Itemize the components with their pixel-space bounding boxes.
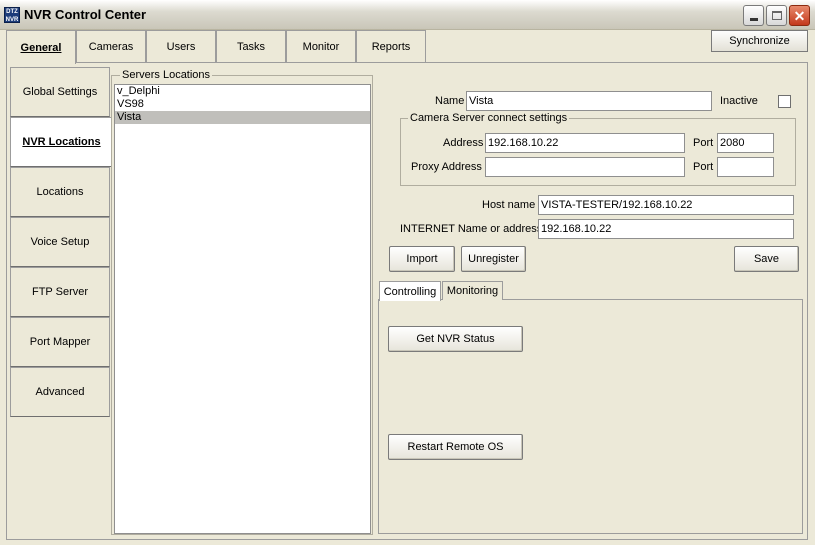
side-tab-ftp-server[interactable]: FTP Server (10, 267, 110, 317)
side-tab-label: Locations (36, 186, 84, 198)
app-logo-icon: DTZ NVR (4, 7, 20, 23)
host-name-label: Host name (482, 199, 536, 211)
close-button[interactable]: ✕ (789, 5, 810, 26)
tab-reports[interactable]: Reports (356, 30, 426, 62)
internet-name-field[interactable] (538, 219, 794, 239)
host-name-field[interactable] (538, 195, 794, 215)
tab-tasks-label: Tasks (236, 40, 266, 53)
proxy-address-label: Proxy Address (411, 161, 482, 173)
address-field[interactable] (485, 133, 685, 153)
window-title: NVR Control Center (24, 7, 147, 22)
camera-server-group-label: Camera Server connect settings (408, 112, 570, 124)
side-tab-global-settings[interactable]: Global Settings (10, 67, 110, 117)
port-field[interactable] (717, 133, 774, 153)
tab-cameras[interactable]: Cameras (76, 30, 146, 62)
tab-monitor-label: Monitor (302, 40, 340, 53)
minimize-button[interactable] (743, 5, 764, 26)
tab-reports-label: Reports (371, 40, 411, 53)
proxy-port-field[interactable] (717, 157, 774, 177)
tab-controlling[interactable]: Controlling (379, 281, 441, 301)
tab-general[interactable]: General (6, 30, 76, 64)
side-tab-label: Port Mapper (29, 336, 91, 348)
inactive-checkbox[interactable] (778, 95, 791, 108)
tab-monitor[interactable]: Monitor (286, 30, 356, 62)
tab-monitoring-label: Monitoring (446, 285, 499, 297)
close-icon: ✕ (793, 7, 806, 24)
name-label: Name (435, 95, 465, 107)
side-tab-label: Advanced (35, 386, 85, 398)
side-tab-label: NVR Locations (22, 136, 101, 148)
tab-users[interactable]: Users (146, 30, 216, 62)
tab-general-label: General (20, 41, 62, 54)
proxy-address-field[interactable] (485, 157, 685, 177)
side-tab-advanced[interactable]: Advanced (10, 367, 110, 417)
unregister-button[interactable]: Unregister (461, 246, 526, 272)
address-label: Address (443, 137, 484, 149)
name-field[interactable] (466, 91, 712, 111)
side-tab-label: FTP Server (31, 286, 89, 298)
proxy-port-label: Port (693, 161, 714, 173)
save-button[interactable]: Save (734, 246, 799, 272)
list-item[interactable]: VS98 (115, 98, 370, 111)
side-tab-voice-setup[interactable]: Voice Setup (10, 217, 110, 267)
tab-cameras-label: Cameras (88, 40, 134, 53)
tab-monitoring[interactable]: Monitoring (442, 281, 503, 300)
import-button[interactable]: Import (389, 246, 455, 272)
side-tab-locations[interactable]: Locations (10, 167, 110, 217)
servers-list[interactable]: v_Delphi VS98 Vista (114, 84, 371, 534)
servers-group-label: Servers Locations (120, 69, 213, 81)
tab-tasks[interactable]: Tasks (216, 30, 286, 62)
list-item-selected[interactable]: Vista (115, 111, 370, 124)
get-nvr-status-button[interactable]: Get NVR Status (388, 326, 523, 352)
port-label: Port (693, 137, 714, 149)
internet-name-label: INTERNET Name or address (400, 223, 543, 235)
side-tab-label: Global Settings (22, 86, 98, 98)
side-tab-label: Voice Setup (30, 236, 90, 248)
side-tab-nvr-locations[interactable]: NVR Locations (10, 117, 112, 167)
maximize-button[interactable] (766, 5, 787, 26)
inactive-label: Inactive (720, 95, 758, 107)
maximize-icon (771, 11, 782, 20)
tab-controlling-label: Controlling (383, 285, 437, 298)
restart-remote-os-button[interactable]: Restart Remote OS (388, 434, 523, 460)
side-tab-port-mapper[interactable]: Port Mapper (10, 317, 110, 367)
minimize-icon (749, 18, 758, 21)
tab-users-label: Users (166, 40, 196, 53)
synchronize-button[interactable]: Synchronize (711, 30, 808, 52)
list-item[interactable]: v_Delphi (115, 85, 370, 98)
